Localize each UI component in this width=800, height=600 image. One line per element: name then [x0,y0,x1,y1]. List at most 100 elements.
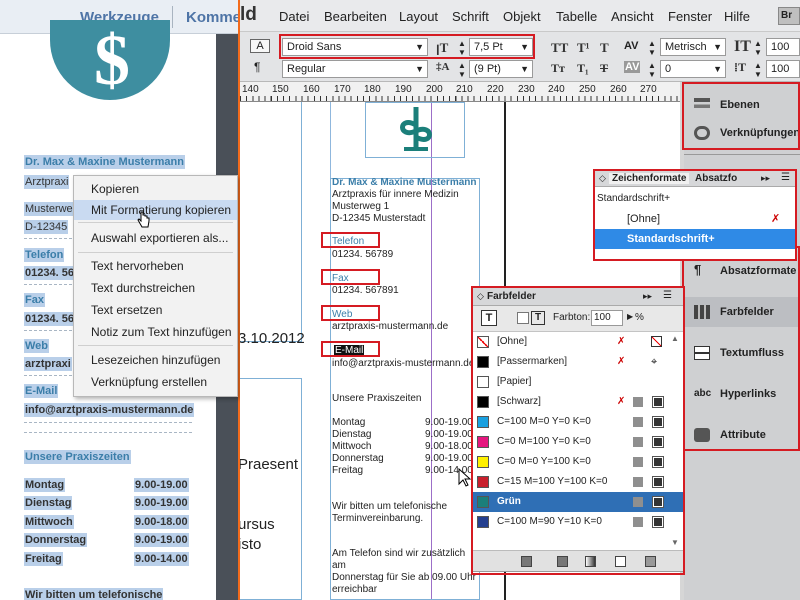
hscale-value: 100 [771,63,790,75]
strikethrough-icon[interactable]: T [600,61,608,76]
text-frame[interactable] [240,102,302,342]
ruler-number: 140 [242,84,259,95]
canvas-text: Praesent [240,456,299,473]
doc-hour-time: 9.00-19.00 [425,429,473,440]
all-caps-icon[interactable]: TT [551,40,568,56]
chevron-down-icon: ▼ [713,64,722,74]
menu-item-lesezeichen[interactable]: Lesezeichen hinzufügen [74,350,237,370]
menu-item-text-ersetzen[interactable]: Text ersetzen [74,300,237,320]
leading-select[interactable]: (9 Pt) ▼ [469,60,533,78]
menu-item-verknuepfung[interactable]: Verknüpfung erstellen [74,372,237,392]
underline-icon[interactable]: T [600,40,609,56]
canvas-date: 3.10.2012 [240,330,305,347]
tab-kommentare[interactable]: Kommen [186,9,238,26]
doc-address-line: Arztpraxis für innere Medizin [332,189,459,200]
stepper-icon[interactable]: ▲ ▼ [754,61,762,79]
pdf-hours-title: Unsere Praxiszeiten [24,450,131,464]
menu-bearbeiten[interactable]: Bearbeiten [324,9,387,24]
divider [24,422,192,423]
ruler-number: 260 [610,84,627,95]
highlight-box [321,269,380,285]
stepper-icon[interactable]: ▲ ▼ [648,61,656,79]
pdf-hour-day: Montag [24,478,66,492]
bridge-button[interactable]: Br [778,7,800,25]
ruler-number: 270 [640,84,657,95]
horizontal-scale-icon: ⁞T [734,60,746,74]
ruler-number: 190 [395,84,412,95]
panel-dock: Ebenen Verknüpfungen ¶ Absatzformate Farb… [682,82,800,600]
menu-separator [78,222,233,223]
paragraph-mode-icon[interactable]: ¶ [254,60,260,74]
doc-hour-day: Montag [332,417,366,428]
logo-icon: $ [50,20,170,100]
doc-telefon: 01234. 56789 [332,249,394,260]
chevron-down-icon: ▼ [415,64,424,74]
font-style-value: Regular [287,63,326,75]
vertical-scale-icon: IT [734,38,751,55]
highlight-box [279,34,535,59]
menu-objekt[interactable]: Objekt [503,9,541,24]
vertical-scale-input[interactable]: 100 [766,38,800,56]
highlight-box [682,246,800,451]
small-caps-icon[interactable]: Tт [551,61,565,76]
menu-tabelle[interactable]: Tabelle [556,9,597,24]
tracking-value: 0 [665,63,672,75]
pdf-hour-day: Mittwoch [24,515,74,529]
menu-item-text-hervorheben[interactable]: Text hervorheben [74,256,237,276]
tracking-select[interactable]: 0 ▼ [660,60,726,78]
doc-hour-time: 9.00-19.00 [425,453,473,464]
pdf-hour-day: Dienstag [24,496,73,510]
pdf-hour-time: 9.00-19.00 [134,496,189,510]
doc-hour-day: Freitag [332,465,364,476]
horizontal-ruler[interactable]: 140 150 160 170 180 190 200 210 220 230 … [240,82,680,102]
character-mode-icon[interactable]: A [250,39,270,53]
highlight-box [593,169,797,261]
doc-hour-day: Mittwoch [332,441,372,452]
menu-fenster[interactable]: Fenster [668,9,712,24]
pdf-address-line: D-12345 [24,220,69,234]
leading-value: (9 Pt) [474,63,501,75]
menu-item-mit-formatierung-kopieren[interactable]: Mit Formatierung kopieren [74,200,237,220]
pdf-address-line: Arztpraxi [24,175,70,189]
ruler-number: 160 [303,84,320,95]
menu-ansicht[interactable]: Ansicht [611,9,654,24]
ruler-number: 200 [426,84,443,95]
logo-frame[interactable] [365,102,465,158]
doc-phone-note: Donnerstag für Sie ab 09.00 Uhr [332,572,476,583]
menu-schrift[interactable]: Schrift [452,9,489,24]
ruler-number: 150 [272,84,289,95]
hand-cursor-icon [137,211,150,228]
stepper-icon[interactable]: ▲ ▼ [648,39,656,57]
doc-phone-note: erreichbar [332,584,378,595]
doc-fax: 01234. 567891 [332,285,399,296]
menu-hilfe[interactable]: Hilfe [724,9,750,24]
menu-item-text-durchstreichen[interactable]: Text durchstreichen [74,278,237,298]
doc-hour-time: 9.00-19.00 [425,417,473,428]
superscript-icon[interactable]: T¹ [577,40,590,56]
horizontal-scale-input[interactable]: 100 [766,60,800,78]
menu-item-auswahl-exportieren[interactable]: Auswahl exportieren als... [74,228,237,248]
menu-datei[interactable]: Datei [279,9,309,24]
doc-address-line: D-12345 Musterstadt [332,213,426,224]
doc-hour-day: Donnerstag [332,453,384,464]
pdf-hour-day: Donnerstag [24,533,88,547]
highlight-box [682,82,800,150]
text-frame[interactable] [240,378,302,600]
tracking-icon: AV [624,61,641,73]
app-title: ld [240,4,257,25]
divider [172,6,173,28]
font-style-select[interactable]: Regular ▼ [282,60,428,78]
stepper-icon[interactable]: ▲ ▼ [754,39,762,57]
menu-layout[interactable]: Layout [399,9,438,24]
subscript-icon[interactable]: T₁ [577,61,589,76]
pdf-hour-day: Freitag [24,552,63,566]
pdf-telefon: 01234. 56 [24,266,75,280]
kerning-select[interactable]: Metrisch ▼ [660,38,726,56]
ruler-number: 240 [548,84,565,95]
stepper-icon[interactable]: ▲ ▼ [458,61,466,79]
kerning-value: Metrisch [665,41,707,53]
menu-item-notiz-hinzufuegen[interactable]: Notiz zum Text hinzufügen [74,322,237,342]
menu-item-kopieren[interactable]: Kopieren [74,179,237,199]
highlight-box [321,232,380,248]
menu-separator [78,345,233,346]
